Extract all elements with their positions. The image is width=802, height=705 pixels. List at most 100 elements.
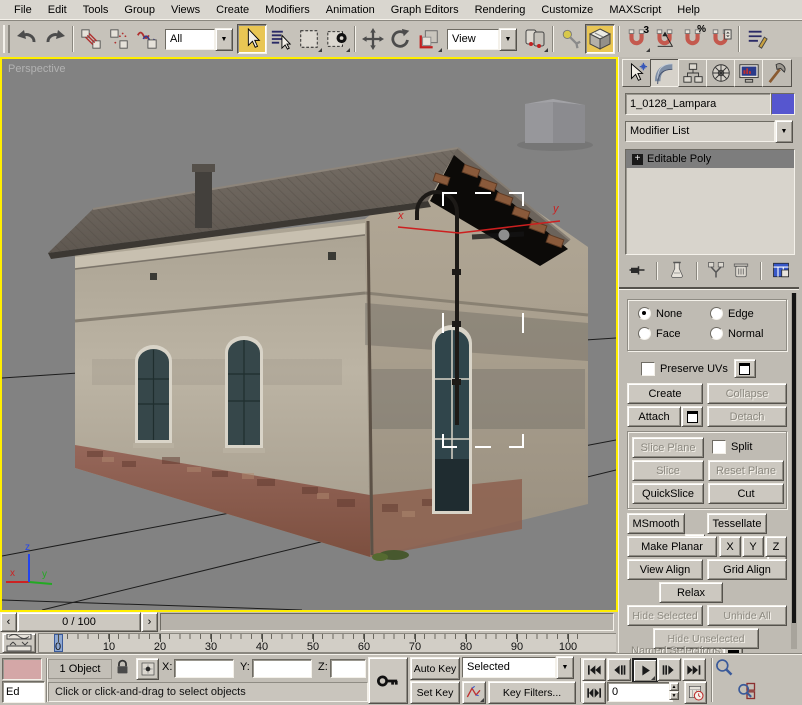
- radio-normal[interactable]: Normal: [710, 327, 763, 340]
- select-and-scale-button[interactable]: [415, 25, 443, 53]
- modifier-list-dropdown[interactable]: Modifier List ▼: [625, 121, 793, 142]
- angle-snap-toggle-button[interactable]: [651, 25, 679, 53]
- select-object-button[interactable]: [237, 24, 267, 54]
- time-slider-track[interactable]: [160, 613, 614, 631]
- named-selection-sets-button[interactable]: [743, 25, 771, 53]
- maxscript-mini-listener[interactable]: Ed: [2, 681, 45, 703]
- radio-edge-icon[interactable]: [710, 307, 723, 320]
- create-button[interactable]: Create: [627, 383, 703, 404]
- rectangular-selection-region-button[interactable]: [295, 25, 323, 53]
- previous-frame-button[interactable]: [607, 658, 631, 681]
- tab-utilities[interactable]: [762, 59, 792, 87]
- time-slider-next-button[interactable]: ›: [141, 612, 158, 632]
- go-to-end-button[interactable]: [682, 658, 706, 681]
- modifier-stack-list[interactable]: + Editable Poly: [625, 149, 795, 255]
- tab-display[interactable]: [734, 59, 764, 87]
- menu-modifiers[interactable]: Modifiers: [257, 2, 318, 18]
- time-slider-prev-button[interactable]: ‹: [0, 612, 17, 632]
- select-and-manipulate-button[interactable]: [557, 25, 585, 53]
- tab-modify[interactable]: [650, 59, 680, 87]
- menu-tools[interactable]: Tools: [75, 2, 117, 18]
- attach-settings-button[interactable]: [681, 406, 703, 427]
- spinner-up-icon[interactable]: ▲: [669, 682, 679, 691]
- scrollbar-thumb[interactable]: [792, 293, 796, 623]
- radio-face[interactable]: Face: [638, 327, 680, 340]
- detach-button[interactable]: Detach: [707, 406, 787, 427]
- remove-modifier-button[interactable]: [732, 261, 750, 282]
- menu-edit[interactable]: Edit: [40, 2, 75, 18]
- auto-key-button[interactable]: Auto Key: [410, 657, 460, 680]
- dropdown-arrow-icon[interactable]: ▼: [215, 28, 233, 51]
- relax-button[interactable]: Relax: [659, 582, 723, 603]
- trackbar-ruler[interactable]: 0102030405060708090100: [38, 633, 616, 653]
- window-crossing-toggle-button[interactable]: [323, 25, 351, 53]
- slice-plane-button[interactable]: Slice Plane: [632, 437, 704, 458]
- key-filters-button[interactable]: Key Filters...: [488, 681, 576, 704]
- dropdown-arrow-icon[interactable]: ▼: [556, 656, 574, 679]
- select-by-name-button[interactable]: [267, 25, 295, 53]
- radio-edge[interactable]: Edge: [710, 307, 754, 320]
- make-planar-z-button[interactable]: Z: [765, 536, 787, 557]
- menu-file[interactable]: File: [6, 2, 40, 18]
- menu-customize[interactable]: Customize: [533, 2, 601, 18]
- snaps-toggle-button[interactable]: [585, 24, 615, 54]
- current-frame-field[interactable]: 0: [607, 682, 673, 702]
- selection-filter-dropdown[interactable]: All ▼: [165, 29, 233, 50]
- distant-box-object[interactable]: [517, 99, 593, 151]
- snap-toggle-magnet-button[interactable]: 3: [623, 25, 651, 53]
- radio-normal-icon[interactable]: [710, 327, 723, 340]
- building-model[interactable]: [48, 148, 588, 561]
- perspective-viewport[interactable]: x y x y z Perspe: [2, 59, 616, 610]
- radio-none-icon[interactable]: [638, 307, 651, 320]
- expand-plus-icon[interactable]: +: [632, 154, 643, 165]
- redo-button[interactable]: [41, 25, 69, 53]
- menu-group[interactable]: Group: [116, 2, 163, 18]
- menu-animation[interactable]: Animation: [318, 2, 383, 18]
- select-and-rotate-button[interactable]: [387, 25, 415, 53]
- cut-button[interactable]: Cut: [708, 483, 784, 504]
- unlink-selection-button[interactable]: [105, 25, 133, 53]
- key-filter-selected-dropdown[interactable]: Selected ▼: [462, 657, 574, 678]
- object-name-field[interactable]: 1_0128_Lampara: [625, 93, 771, 115]
- radio-face-icon[interactable]: [638, 327, 651, 340]
- make-planar-x-button[interactable]: X: [719, 536, 741, 557]
- menu-help[interactable]: Help: [669, 2, 708, 18]
- x-coordinate-field[interactable]: [174, 659, 234, 678]
- radio-none[interactable]: None: [638, 307, 682, 320]
- viewport-label[interactable]: Perspective: [8, 63, 65, 75]
- menu-views[interactable]: Views: [163, 2, 208, 18]
- unhide-all-button[interactable]: Unhide All: [707, 605, 787, 626]
- hide-selected-button[interactable]: Hide Selected: [627, 605, 703, 626]
- view-align-button[interactable]: View Align: [627, 559, 703, 580]
- toolbar-grip[interactable]: [3, 25, 10, 53]
- menu-maxscript[interactable]: MAXScript: [601, 2, 669, 18]
- make-unique-button[interactable]: [707, 261, 725, 282]
- split-checkbox[interactable]: [712, 440, 726, 454]
- time-configuration-button[interactable]: [684, 681, 707, 704]
- msmooth-button[interactable]: MSmooth: [627, 513, 685, 534]
- bind-to-space-warp-button[interactable]: [133, 25, 161, 53]
- go-to-start-button[interactable]: [582, 658, 606, 681]
- select-and-link-button[interactable]: [77, 25, 105, 53]
- select-and-move-button[interactable]: [359, 25, 387, 53]
- dropdown-arrow-icon[interactable]: ▼: [775, 120, 793, 143]
- configure-modifier-sets-button[interactable]: [772, 261, 790, 282]
- dropdown-arrow-icon[interactable]: ▼: [499, 28, 517, 51]
- tab-create[interactable]: [622, 59, 652, 87]
- slice-button[interactable]: Slice: [632, 460, 704, 481]
- frame-spinner[interactable]: ▲ ▼: [669, 682, 679, 700]
- show-end-result-button[interactable]: [668, 261, 686, 282]
- time-slider-handle[interactable]: 0 / 100: [17, 612, 141, 632]
- menu-create[interactable]: Create: [208, 2, 257, 18]
- key-mode-toggle-button[interactable]: [582, 681, 606, 704]
- attach-button[interactable]: Attach: [627, 406, 681, 427]
- menu-graph-editors[interactable]: Graph Editors: [383, 2, 467, 18]
- z-coordinate-field[interactable]: [330, 659, 366, 678]
- macro-recorder-pane[interactable]: [2, 658, 42, 680]
- tab-motion[interactable]: [706, 59, 736, 87]
- y-coordinate-field[interactable]: [252, 659, 312, 678]
- preserve-uvs-settings-button[interactable]: [734, 359, 756, 378]
- default-in-out-tangents-button[interactable]: [462, 681, 486, 704]
- selection-lock-toggle[interactable]: [114, 658, 132, 678]
- rollout-scrollbar[interactable]: [791, 293, 797, 649]
